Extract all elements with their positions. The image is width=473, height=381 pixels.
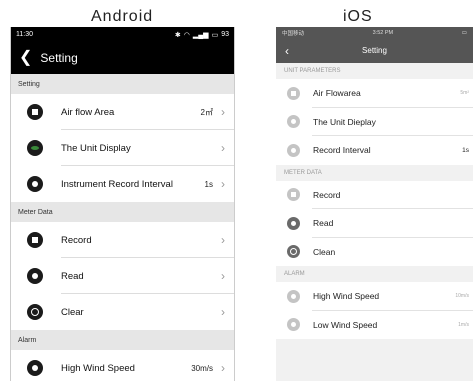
- row-label: Clean: [313, 246, 336, 257]
- row-value: 1m/s: [458, 321, 469, 328]
- page-title: Setting: [362, 46, 387, 55]
- row-record[interactable]: Record: [276, 180, 473, 209]
- row-value: 1s: [462, 146, 469, 154]
- row-label: Instrument Record Interval: [61, 178, 173, 190]
- grid-icon: [27, 104, 43, 120]
- wind-alarm-icon: [27, 360, 43, 376]
- row-label: High Wind Speed: [313, 291, 380, 302]
- section-header-alarm: Alarm: [11, 330, 234, 350]
- row-value: 30m/s: [191, 363, 213, 373]
- row-label: Record Interval: [313, 145, 371, 156]
- chevron-right-icon: ›: [221, 141, 225, 155]
- android-status-bar: 11:30 ✱ ◠ ▂▄▆ ▭ 93: [11, 27, 234, 42]
- chevron-right-icon: ›: [221, 233, 225, 247]
- clock-icon: [287, 143, 300, 157]
- row-label: Low Wind Speed: [313, 319, 378, 330]
- chevron-right-icon: ›: [221, 305, 225, 319]
- android-screen: 11:30 ✱ ◠ ▂▄▆ ▭ 93 ❮ Setting Setting Air…: [10, 27, 235, 381]
- status-carrier: 中国移动: [282, 30, 305, 37]
- row-air-flowarea[interactable]: Air Flowarea 5m²: [276, 79, 473, 108]
- ios-screen: 中国移动 3:52 PM ▭ ‹ Setting UNIT PARAMETERS…: [276, 27, 473, 381]
- row-value: 5m²: [460, 90, 469, 97]
- ios-status-bar: 中国移动 3:52 PM ▭: [276, 27, 473, 38]
- row-read[interactable]: Read: [276, 209, 473, 238]
- read-icon: [27, 268, 43, 284]
- grid-icon: [287, 86, 300, 100]
- row-label: Clear: [61, 306, 84, 318]
- row-high-wind-speed[interactable]: High Wind Speed 30m/s ›: [11, 350, 234, 381]
- back-arrow-icon[interactable]: ❮: [19, 50, 32, 66]
- section-header-meter-data: METER DATA: [276, 164, 473, 181]
- chevron-right-icon: ›: [221, 105, 225, 119]
- section-header-meter-data: Meter Data: [11, 202, 234, 222]
- android-platform-label: Android: [91, 8, 154, 25]
- row-air-flow-area[interactable]: Air flow Area 2㎡ ›: [11, 94, 234, 130]
- wifi-icon: ◠: [183, 31, 190, 39]
- bluetooth-icon: ✱: [174, 31, 181, 39]
- chevron-right-icon: ›: [221, 361, 225, 375]
- row-label: Read: [313, 218, 334, 229]
- ios-nav-bar: ‹ Setting: [276, 38, 473, 63]
- row-label: High Wind Speed: [61, 362, 135, 374]
- row-label: Read: [61, 270, 84, 282]
- section-header-setting: Setting: [11, 74, 234, 94]
- signal-icon: ▂▄▆: [192, 31, 209, 39]
- ios-platform-label: iOS: [343, 8, 373, 25]
- chevron-right-icon: ›: [221, 269, 225, 283]
- back-arrow-icon[interactable]: ‹: [285, 44, 289, 58]
- clock-icon: [27, 176, 43, 192]
- section-header-alarm: ALARM: [276, 266, 473, 282]
- clear-icon: [27, 304, 43, 320]
- row-value: 1s: [204, 179, 213, 189]
- row-high-wind-speed[interactable]: High Wind Speed 10m/s: [276, 282, 473, 311]
- row-label: Record: [61, 234, 92, 246]
- status-time: 3:52 PM: [372, 29, 394, 36]
- row-read[interactable]: Read ›: [11, 258, 234, 294]
- chevron-right-icon: ›: [221, 177, 225, 191]
- row-low-wind-speed[interactable]: Low Wind Speed 1m/s: [276, 310, 473, 339]
- section-header-unit-parameters: UNIT PARAMETERS: [276, 63, 473, 79]
- clean-icon: [287, 245, 300, 259]
- row-record-interval[interactable]: Record Interval 1s: [276, 136, 473, 165]
- row-value: 10m/s: [455, 293, 469, 300]
- row-label: Record: [313, 189, 341, 200]
- android-app-bar: ❮ Setting: [11, 42, 234, 74]
- wind-low-icon: [287, 318, 300, 332]
- row-label: Air Flowarea: [313, 88, 361, 99]
- row-unit-display[interactable]: The Unit Display ›: [11, 130, 234, 166]
- battery-level: 93: [221, 31, 229, 38]
- row-value: 2㎡: [200, 107, 213, 117]
- record-icon: [287, 188, 300, 202]
- status-time: 11:30: [16, 31, 33, 38]
- row-clean[interactable]: Clean: [276, 237, 473, 266]
- row-label: The Unit Dieplay: [313, 116, 376, 127]
- page-title: Setting: [40, 51, 78, 65]
- eye-icon: [27, 140, 43, 156]
- row-unit-display[interactable]: The Unit Dieplay: [276, 107, 473, 136]
- battery-icon: ▭: [211, 31, 219, 39]
- read-icon: [287, 216, 300, 230]
- row-label: The Unit Display: [61, 142, 131, 154]
- row-label: Air flow Area: [61, 106, 115, 118]
- row-clear[interactable]: Clear ›: [11, 294, 234, 330]
- eye-icon: [287, 115, 300, 129]
- battery-icon: ▭: [461, 29, 467, 36]
- row-record[interactable]: Record ›: [11, 222, 234, 258]
- wind-alarm-icon: [287, 289, 300, 303]
- row-record-interval[interactable]: Instrument Record Interval 1s ›: [11, 166, 234, 202]
- record-icon: [27, 232, 43, 248]
